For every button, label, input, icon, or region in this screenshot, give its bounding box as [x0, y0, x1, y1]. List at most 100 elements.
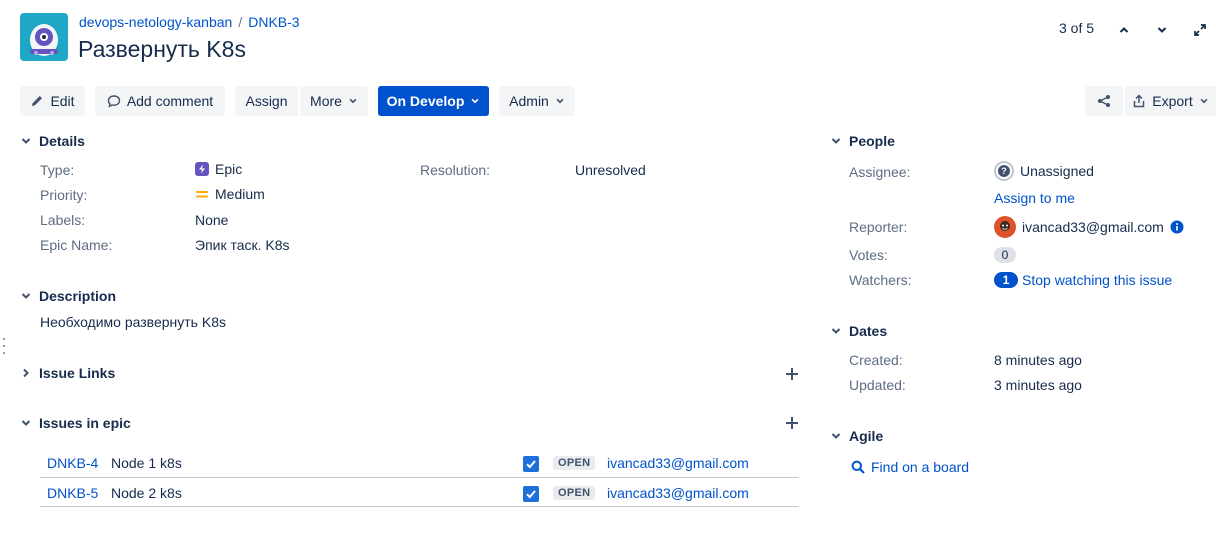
reporter-label: Reporter:	[849, 219, 908, 235]
find-on-board-link[interactable]: Find on a board	[851, 459, 969, 475]
assign-button-label: Assign	[245, 93, 288, 109]
edit-button[interactable]: Edit	[20, 86, 85, 116]
stop-watching-link[interactable]: Stop watching this issue	[1022, 272, 1172, 288]
epic-name-label: Epic Name:	[40, 237, 113, 253]
created-value: 8 minutes ago	[994, 352, 1082, 368]
chevron-down-icon	[556, 98, 564, 104]
previous-issue-button[interactable]	[1112, 18, 1136, 42]
description-text[interactable]: Необходимо развернуть K8s	[40, 314, 226, 330]
epic-icon	[195, 162, 209, 176]
medium-priority-icon	[196, 191, 208, 198]
chevron-up-icon	[1119, 27, 1129, 33]
breadcrumb-issue-key[interactable]: DNKB-3	[248, 14, 299, 30]
reporter-value[interactable]: ivancad33@gmail.com	[994, 216, 1184, 238]
labels-value[interactable]: None	[195, 212, 228, 228]
status-transition-label: On Develop	[386, 93, 465, 109]
checkbox-icon[interactable]	[523, 456, 539, 472]
assignee-value[interactable]: ? Unassigned	[994, 161, 1094, 181]
epic-issue-summary[interactable]: Node 1 k8s	[111, 455, 182, 471]
epic-issue-key[interactable]: DNKB-5	[47, 485, 98, 501]
chevron-down-icon	[831, 433, 841, 439]
breadcrumb: devops-netology-kanban / DNKB-3	[79, 14, 300, 30]
reporter-value-text: ivancad33@gmail.com	[1022, 219, 1164, 235]
breadcrumb-project[interactable]: devops-netology-kanban	[79, 14, 232, 30]
assign-button[interactable]: Assign	[235, 86, 298, 116]
chevron-down-icon	[1157, 27, 1167, 33]
votes-label: Votes:	[849, 247, 888, 263]
dates-section-toggle[interactable]: Dates	[830, 323, 887, 339]
add-comment-button-label: Add comment	[126, 93, 214, 109]
edit-button-label: Edit	[50, 93, 75, 109]
description-heading: Description	[39, 288, 117, 304]
chevron-down-icon	[21, 293, 31, 299]
row-divider	[40, 477, 799, 478]
updated-value: 3 minutes ago	[994, 377, 1082, 393]
share-button[interactable]	[1085, 86, 1123, 116]
created-label: Created:	[849, 352, 903, 368]
info-icon[interactable]	[1170, 220, 1184, 234]
add-issue-link-plus-icon[interactable]	[785, 367, 799, 381]
resolution-value: Unresolved	[575, 162, 646, 178]
epic-issue-key[interactable]: DNKB-4	[47, 455, 98, 471]
agile-section-toggle[interactable]: Agile	[830, 428, 883, 444]
type-label: Type:	[40, 162, 75, 178]
checkbox-icon[interactable]	[523, 486, 539, 502]
status-transition-dropdown[interactable]: On Develop	[378, 86, 489, 116]
share-icon	[1098, 95, 1110, 107]
comment-icon	[107, 95, 121, 108]
add-comment-button[interactable]: Add comment	[95, 86, 225, 116]
more-dropdown[interactable]: More	[300, 86, 368, 116]
type-value[interactable]: Epic	[195, 161, 242, 177]
next-issue-button[interactable]	[1150, 18, 1174, 42]
export-dropdown[interactable]: Export	[1125, 86, 1216, 116]
chevron-down-icon	[21, 420, 31, 426]
resize-handle[interactable]	[3, 338, 6, 354]
add-issue-in-epic-plus-icon[interactable]	[785, 416, 799, 430]
resolution-label: Resolution:	[420, 162, 491, 178]
search-icon	[851, 460, 865, 474]
row-divider	[40, 506, 799, 507]
expand-button[interactable]	[1188, 18, 1212, 42]
export-icon	[1134, 94, 1145, 108]
details-heading: Details	[39, 133, 85, 149]
priority-value[interactable]: Medium	[195, 186, 265, 202]
details-section-toggle[interactable]: Details	[20, 133, 85, 149]
assign-to-me-link[interactable]: Assign to me	[994, 190, 1075, 206]
priority-label: Priority:	[40, 187, 88, 203]
watchers-count-badge[interactable]: 1	[994, 272, 1018, 288]
priority-value-text: Medium	[215, 186, 265, 202]
chevron-right-icon	[23, 368, 29, 378]
project-avatar-icon[interactable]	[20, 13, 68, 61]
issue-pager-count: 3 of 5	[1059, 20, 1095, 36]
assignee-label: Assignee:	[849, 164, 911, 180]
admin-dropdown[interactable]: Admin	[499, 86, 575, 116]
issue-links-heading: Issue Links	[39, 365, 116, 381]
breadcrumb-separator: /	[238, 14, 243, 30]
agile-heading: Agile	[849, 428, 884, 444]
chevron-down-icon	[471, 98, 479, 104]
watchers-label: Watchers:	[849, 272, 912, 288]
status-badge: OPEN	[553, 486, 596, 500]
more-dropdown-label: More	[310, 93, 342, 109]
chevron-down-icon	[831, 328, 841, 334]
chevron-down-icon	[21, 138, 31, 144]
find-on-board-label: Find on a board	[871, 459, 970, 475]
question-icon: ?	[994, 161, 1014, 181]
votes-count-badge[interactable]: 0	[994, 247, 1016, 263]
expand-icon	[1194, 24, 1206, 36]
issue-links-section-toggle[interactable]: Issue Links	[20, 365, 115, 381]
epic-issue-assignee[interactable]: ivancad33@gmail.com	[607, 455, 749, 471]
epic-issue-summary[interactable]: Node 2 k8s	[111, 485, 182, 501]
dates-heading: Dates	[849, 323, 888, 339]
people-section-toggle[interactable]: People	[830, 133, 895, 149]
chevron-down-icon	[1200, 98, 1208, 104]
page-title[interactable]: Развернуть K8s	[78, 36, 246, 63]
admin-dropdown-label: Admin	[509, 93, 549, 109]
epic-name-value[interactable]: Эпик таск. K8s	[195, 237, 290, 253]
watchers-value: 1 Stop watching this issue	[994, 272, 1172, 288]
issues-in-epic-section-toggle[interactable]: Issues in epic	[20, 415, 131, 431]
epic-issue-assignee[interactable]: ivancad33@gmail.com	[607, 485, 749, 501]
chevron-down-icon	[831, 138, 841, 144]
export-dropdown-label: Export	[1152, 93, 1193, 109]
description-section-toggle[interactable]: Description	[20, 288, 116, 304]
